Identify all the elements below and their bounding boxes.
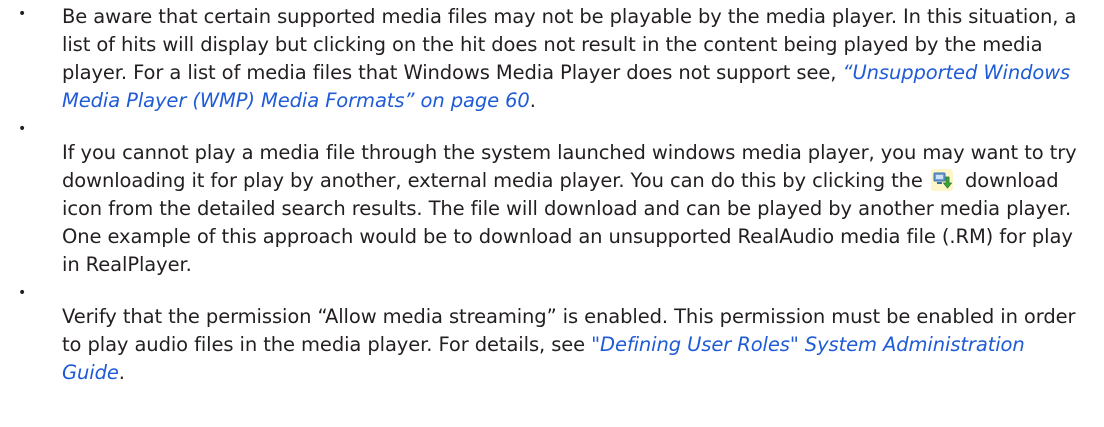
bullet-text: If you cannot play a media file through … [62,141,1077,192]
bullet-item-download-external: • If you cannot play a media file throug… [0,115,1104,279]
bullet-list: • Be aware that certain supported media … [0,0,1104,387]
bullet-marker: • [18,285,27,301]
bullet-marker: • [18,121,27,137]
bullet-marker: • [18,6,27,22]
bullet-text-end: . [118,361,125,384]
bullet-text-end: . [529,89,536,112]
download-icon [930,169,953,191]
bullet-item-permission: • Verify that the permission “Allow medi… [0,279,1104,387]
bullet-item-unsupported-files: • Be aware that certain supported media … [0,0,1104,115]
